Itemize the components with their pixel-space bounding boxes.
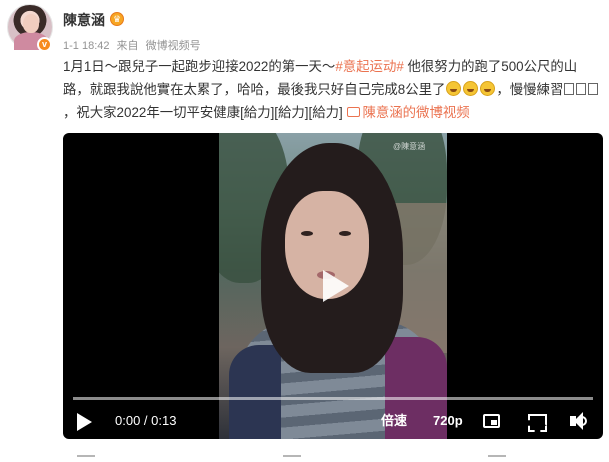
missing-character-icon (576, 83, 587, 95)
right-eye (339, 231, 351, 236)
video-player[interactable]: @陳意涵 0:00 / 0:13 倍速 720p (63, 133, 603, 439)
avatar-face (23, 14, 39, 33)
topic-link[interactable]: #意起运动# (335, 59, 403, 74)
post-text-part4: ，祝大家2022年一切平安健康[給力][給力][給力] (63, 105, 343, 120)
volume-wave (582, 416, 587, 426)
verified-badge-icon: v (37, 37, 52, 52)
video-link[interactable]: 陳意涵的微博视频 (346, 105, 470, 120)
video-controls: 0:00 / 0:13 倍速 720p (63, 409, 603, 435)
missing-character-icon (588, 83, 599, 95)
post-body: 1月1日～跟兒子一起跑步迎接2022的第一天～#意起运动# 他很努力的跑了500… (63, 55, 603, 124)
quality-button[interactable]: 720p (433, 409, 463, 433)
play-button[interactable] (75, 409, 93, 433)
left-eye (301, 231, 313, 236)
video-time: 0:00 / 0:13 (115, 413, 177, 428)
play-icon[interactable] (309, 266, 357, 306)
post-source[interactable]: 微博视频号 (146, 40, 201, 52)
picture-in-picture-icon (483, 414, 500, 428)
volume-icon (570, 412, 583, 430)
like-icon[interactable] (488, 455, 506, 462)
fullscreen-icon[interactable] (525, 409, 547, 433)
video-progress-bar[interactable] (73, 397, 593, 400)
video-link-icon (346, 107, 360, 117)
picture-in-picture-button[interactable] (481, 409, 503, 433)
post-actions-bar (63, 455, 603, 462)
vip-badge-icon[interactable]: ♛ (110, 12, 124, 26)
post-date[interactable]: 1-1 18:42 (63, 40, 109, 52)
video-watermark: @陳意涵 (393, 142, 426, 151)
repost-icon[interactable] (77, 455, 95, 462)
laugh-cry-emoji-icon (446, 81, 462, 96)
laugh-cry-emoji-icon (463, 81, 479, 96)
missing-character-icon (564, 83, 575, 95)
username[interactable]: 陳意涵 (63, 10, 105, 30)
post-text-part3: ，慢慢練習 (496, 82, 564, 97)
post-text-part1: 1月1日～跟兒子一起跑步迎接2022的第一天～ (63, 59, 336, 74)
video-link-label[interactable]: 陳意涵的微博视频 (363, 105, 470, 120)
comment-icon[interactable] (283, 455, 301, 462)
source-prefix: 来自 (116, 40, 139, 52)
laugh-cry-emoji-icon (480, 81, 496, 96)
volume-button[interactable] (567, 409, 589, 433)
post-meta: 1-1 18:42 来自 微博视频号 (63, 37, 205, 53)
speed-button[interactable]: 倍速 (381, 409, 407, 433)
